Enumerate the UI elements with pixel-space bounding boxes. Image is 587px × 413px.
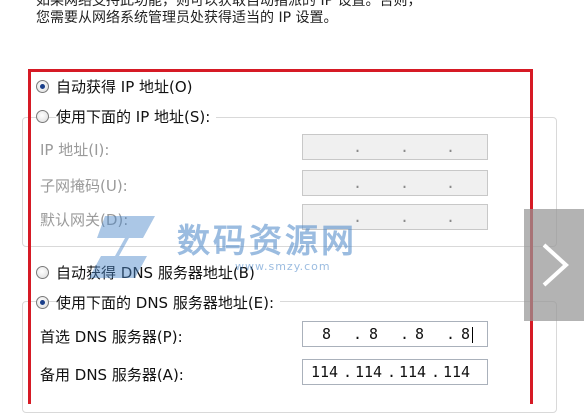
next-slide-button[interactable] (524, 209, 584, 321)
highlight-frame (28, 69, 533, 404)
intro-text-line2: 您需要从网络系统管理员处获得适当的 IP 设置。 (36, 10, 338, 26)
chevron-right-icon (542, 243, 569, 287)
intro-text-line1: 如果网络支持此功能，则可以获取自动指派的 IP 设置。否则， (36, 0, 422, 9)
